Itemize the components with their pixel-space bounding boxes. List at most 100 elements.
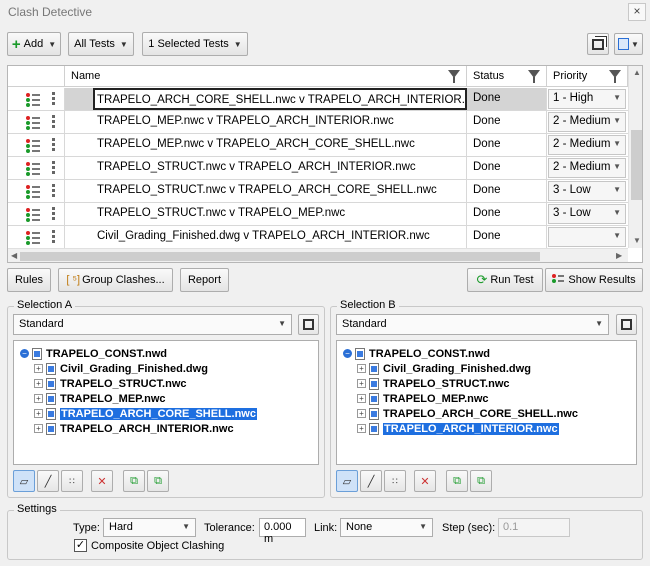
test-name-cell[interactable]: TRAPELO_MEP.nwc v TRAPELO_ARCH_CORE_SHEL… bbox=[65, 134, 467, 156]
selection-b-sets-button[interactable] bbox=[616, 314, 637, 335]
table-row[interactable]: TRAPELO_ARCH_CORE_SHELL.nwc v TRAPELO_AR… bbox=[8, 88, 628, 111]
selection-b-tree[interactable]: − TRAPELO_CONST.nwd + Civil_Grading_Finishe… bbox=[336, 340, 637, 465]
tree-item[interactable]: + TRAPELO_MEP.nwc bbox=[357, 391, 489, 406]
tree-item[interactable]: + TRAPELO_ARCH_INTERIOR.nwc bbox=[357, 421, 559, 436]
tree-item[interactable]: + TRAPELO_MEP.nwc bbox=[34, 391, 166, 406]
rules-button[interactable]: Rules bbox=[7, 268, 51, 292]
test-name-cell[interactable]: TRAPELO_STRUCT.nwc v TRAPELO_ARCH_INTERI… bbox=[65, 157, 467, 179]
priority-select[interactable]: 3 - Low ▼ bbox=[548, 181, 626, 201]
test-name-cell[interactable]: TRAPELO_MEP.nwc v TRAPELO_ARCH_INTERIOR.… bbox=[65, 111, 467, 133]
scroll-right-icon[interactable]: ▶ bbox=[616, 251, 622, 260]
tree-item[interactable]: + TRAPELO_ARCH_INTERIOR.nwc bbox=[34, 421, 234, 436]
run-test-button[interactable]: ⟳ Run Test bbox=[467, 268, 543, 292]
priority-select[interactable]: 1 - High ▼ bbox=[548, 89, 626, 109]
priority-select[interactable]: 3 - Low ▼ bbox=[548, 204, 626, 224]
expand-icon[interactable]: + bbox=[34, 379, 43, 388]
points-button[interactable]: ∷ bbox=[384, 470, 406, 492]
tree-item[interactable]: + Civil_Grading_Finished.dwg bbox=[34, 361, 208, 376]
expand-icon[interactable]: + bbox=[357, 364, 366, 373]
points-button[interactable]: ∷ bbox=[61, 470, 83, 492]
header-priority[interactable]: Priority bbox=[547, 66, 628, 87]
priority-select[interactable]: ▼ bbox=[548, 227, 626, 247]
table-row[interactable]: TRAPELO_STRUCT.nwc v TRAPELO_ARCH_INTERI… bbox=[8, 157, 628, 180]
row-menu-icon[interactable] bbox=[52, 161, 56, 175]
row-menu-icon[interactable] bbox=[52, 230, 56, 244]
collapse-icon[interactable]: − bbox=[20, 349, 29, 358]
vertical-scrollbar[interactable]: ▲ ▼ bbox=[628, 66, 642, 248]
expand-icon[interactable]: + bbox=[34, 364, 43, 373]
row-menu-icon[interactable] bbox=[52, 115, 56, 129]
test-name-cell[interactable]: TRAPELO_STRUCT.nwc v TRAPELO_ARCH_CORE_S… bbox=[65, 180, 467, 202]
self-intersect-button[interactable]: ✕ bbox=[414, 470, 436, 492]
expand-icon[interactable]: + bbox=[357, 424, 366, 433]
add-button[interactable]: + Add ▼ bbox=[7, 32, 61, 56]
selection-b-mode-select[interactable]: Standard ▼ bbox=[336, 314, 609, 335]
select-in-scene-button[interactable]: ⧉ bbox=[470, 470, 492, 492]
scroll-thumb[interactable] bbox=[631, 130, 642, 200]
use-current-selection-button[interactable]: ⧉ bbox=[446, 470, 468, 492]
selection-a-tree[interactable]: − TRAPELO_CONST.nwd + Civil_Grading_Finishe… bbox=[13, 340, 319, 465]
surfaces-button[interactable]: ▱ bbox=[336, 470, 358, 492]
tree-item[interactable]: + Civil_Grading_Finished.dwg bbox=[357, 361, 531, 376]
tree-root[interactable]: − TRAPELO_CONST.nwd bbox=[20, 346, 167, 361]
import-export-button[interactable]: ▼ bbox=[614, 33, 643, 55]
table-row[interactable]: Civil_Grading_Finished.dwg v TRAPELO_ARC… bbox=[8, 226, 628, 249]
scroll-left-icon[interactable]: ◀ bbox=[11, 251, 17, 260]
scroll-thumb[interactable] bbox=[20, 252, 540, 261]
filter-icon[interactable] bbox=[448, 70, 460, 83]
surfaces-button[interactable]: ▱ bbox=[13, 470, 35, 492]
select-in-scene-button[interactable]: ⧉ bbox=[147, 470, 169, 492]
table-row[interactable]: TRAPELO_STRUCT.nwc v TRAPELO_ARCH_CORE_S… bbox=[8, 180, 628, 203]
tree-item[interactable]: + TRAPELO_ARCH_CORE_SHELL.nwc bbox=[34, 406, 257, 421]
tree-root[interactable]: − TRAPELO_CONST.nwd bbox=[343, 346, 490, 361]
test-name-cell[interactable]: TRAPELO_ARCH_CORE_SHELL.nwc v TRAPELO_AR… bbox=[93, 88, 467, 110]
group-clashes-button[interactable]: [ ⁵] Group Clashes... bbox=[58, 268, 173, 292]
scroll-down-icon[interactable]: ▼ bbox=[633, 236, 641, 245]
filter-icon[interactable] bbox=[609, 70, 621, 83]
table-row[interactable]: TRAPELO_MEP.nwc v TRAPELO_ARCH_CORE_SHEL… bbox=[8, 134, 628, 157]
priority-select[interactable]: 2 - Medium ▼ bbox=[548, 158, 626, 178]
row-menu-icon[interactable] bbox=[52, 207, 56, 221]
link-select[interactable]: None ▼ bbox=[340, 518, 433, 537]
row-menu-icon[interactable] bbox=[52, 92, 56, 106]
expand-icon[interactable]: + bbox=[357, 409, 366, 418]
expand-icon[interactable]: + bbox=[357, 379, 366, 388]
tree-item[interactable]: + TRAPELO_ARCH_CORE_SHELL.nwc bbox=[357, 406, 578, 421]
expand-icon[interactable]: + bbox=[34, 424, 43, 433]
tolerance-input[interactable]: 0.000 m bbox=[259, 518, 306, 545]
step-input[interactable]: 0.1 bbox=[498, 518, 570, 537]
test-name-cell[interactable]: Civil_Grading_Finished.dwg v TRAPELO_ARC… bbox=[65, 226, 467, 248]
close-button[interactable]: × bbox=[628, 3, 646, 21]
row-menu-icon[interactable] bbox=[52, 138, 56, 152]
all-tests-button[interactable]: All Tests ▼ bbox=[68, 32, 134, 56]
report-button[interactable]: Report bbox=[180, 268, 229, 292]
expand-icon[interactable]: + bbox=[357, 394, 366, 403]
lines-button[interactable]: ╱ bbox=[37, 470, 59, 492]
header-name[interactable]: Name bbox=[65, 66, 467, 87]
selected-tests-button[interactable]: 1 Selected Tests ▼ bbox=[142, 32, 248, 56]
type-select[interactable]: Hard ▼ bbox=[103, 518, 196, 537]
compact-view-button[interactable] bbox=[587, 33, 609, 55]
use-current-selection-button[interactable]: ⧉ bbox=[123, 470, 145, 492]
header-status[interactable]: Status bbox=[467, 66, 547, 87]
selection-a-mode-select[interactable]: Standard ▼ bbox=[13, 314, 292, 335]
row-menu-icon[interactable] bbox=[52, 184, 56, 198]
tree-item[interactable]: + TRAPELO_STRUCT.nwc bbox=[357, 376, 510, 391]
expand-icon[interactable]: + bbox=[34, 394, 43, 403]
tree-item[interactable]: + TRAPELO_STRUCT.nwc bbox=[34, 376, 187, 391]
show-results-button[interactable]: Show Results bbox=[545, 268, 643, 292]
selection-a-sets-button[interactable] bbox=[298, 314, 319, 335]
self-intersect-button[interactable]: ✕ bbox=[91, 470, 113, 492]
lines-button[interactable]: ╱ bbox=[360, 470, 382, 492]
filter-icon[interactable] bbox=[528, 70, 540, 83]
priority-select[interactable]: 2 - Medium ▼ bbox=[548, 112, 626, 132]
horizontal-scrollbar[interactable]: ◀ ▶ bbox=[8, 248, 628, 262]
composite-checkbox[interactable]: ✓ bbox=[74, 539, 87, 552]
table-row[interactable]: TRAPELO_MEP.nwc v TRAPELO_ARCH_INTERIOR.… bbox=[8, 111, 628, 134]
expand-icon[interactable]: + bbox=[34, 409, 43, 418]
test-name-cell[interactable]: TRAPELO_STRUCT.nwc v TRAPELO_MEP.nwc bbox=[65, 203, 467, 225]
collapse-icon[interactable]: − bbox=[343, 349, 352, 358]
table-row[interactable]: TRAPELO_STRUCT.nwc v TRAPELO_MEP.nwc Done… bbox=[8, 203, 628, 226]
scroll-up-icon[interactable]: ▲ bbox=[633, 68, 641, 77]
priority-select[interactable]: 2 - Medium ▼ bbox=[548, 135, 626, 155]
